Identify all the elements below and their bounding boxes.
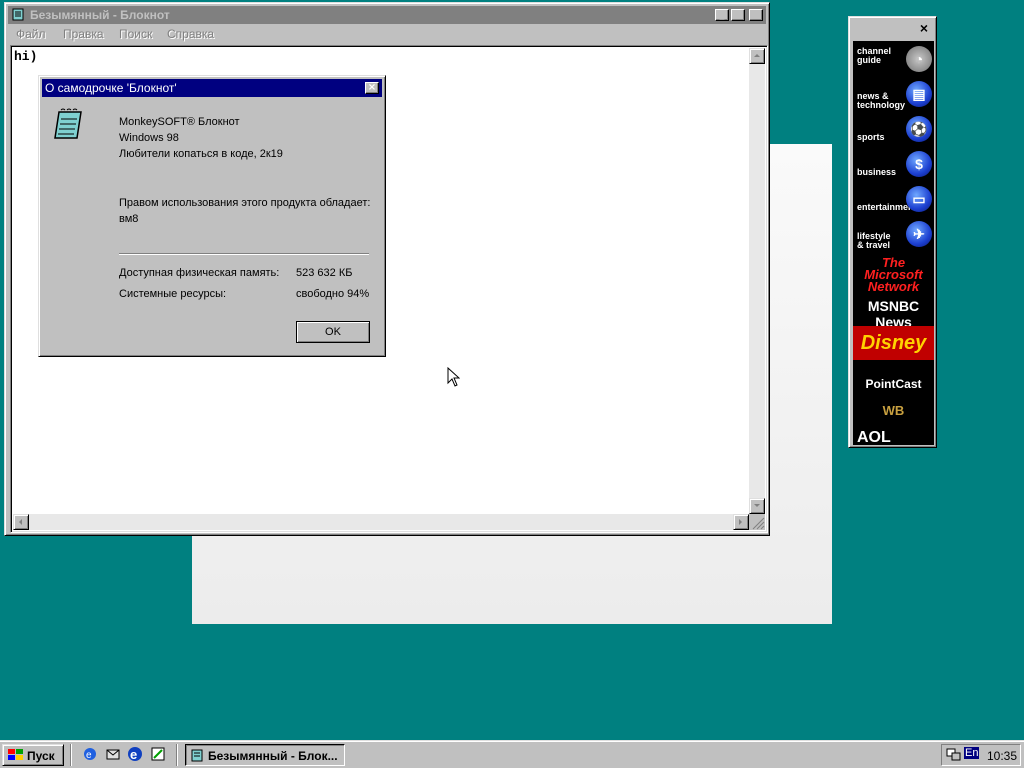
language-indicator[interactable]: En	[964, 747, 980, 759]
resources-label: Системные ресурсы:	[119, 288, 227, 300]
horizontal-scrollbar[interactable]	[13, 514, 749, 530]
taskbar-separator	[70, 744, 72, 766]
editor-text: hi)	[14, 49, 38, 64]
menu-search[interactable]: Поиск	[119, 27, 152, 41]
mouse-cursor-icon	[447, 367, 460, 387]
maximize-button[interactable]: □	[731, 9, 745, 21]
travel-icon: ✈	[906, 221, 932, 247]
warner-bros-logo[interactable]: WB	[853, 397, 934, 425]
channel-guide[interactable]: channel guide ◔	[853, 43, 934, 76]
svg-text:e: e	[86, 750, 92, 761]
menu-file[interactable]: Файл	[16, 27, 46, 41]
about-close-button[interactable]: ×	[365, 82, 379, 94]
vertical-scrollbar[interactable]	[749, 48, 765, 514]
menu-edit[interactable]: Правка	[63, 27, 104, 41]
start-button[interactable]: Пуск	[2, 744, 64, 766]
channel-bar: × channel guide ◔ news & technology ▤ spor…	[848, 16, 937, 448]
about-product: MonkeySOFT® Блокнот	[119, 116, 240, 128]
minimize-button[interactable]: _	[715, 9, 729, 21]
channel-business[interactable]: business $	[853, 148, 934, 181]
channel-entertainment[interactable]: entertainment ▭	[853, 183, 934, 216]
menu-bar: Файл Правка Поиск Справка	[8, 25, 766, 43]
svg-text:e: e	[130, 747, 137, 762]
business-icon: $	[906, 151, 932, 177]
entertainment-icon: ▭	[906, 186, 932, 212]
sports-icon: ⚽	[906, 116, 932, 142]
aol-logo[interactable]: AOL	[853, 429, 934, 445]
resources-value: свободно 94%	[296, 288, 370, 300]
internet-explorer-icon[interactable]: e	[82, 746, 98, 762]
disney-logo[interactable]: Disney	[853, 326, 934, 360]
notepad-task-icon	[191, 749, 203, 762]
about-titlebar[interactable]: О самодрочке 'Блокнот' ×	[42, 79, 382, 97]
browser-icon[interactable]: e	[127, 746, 143, 762]
taskbar-notepad-label: Безымянный - Блок...	[208, 749, 338, 763]
memory-label: Доступная физическая память:	[119, 267, 280, 279]
taskbar-separator-2	[176, 744, 178, 766]
about-separator	[119, 253, 369, 255]
menu-help[interactable]: Справка	[167, 27, 214, 41]
taskbar: Пуск e e Безымянный - Блок... En 10:35	[0, 740, 1024, 768]
notepad-titlebar[interactable]: Безымянный - Блокнот _ □ ×	[8, 6, 766, 24]
about-license-label: Правом использования этого продукта обла…	[119, 197, 371, 209]
channel-guide-icon: ◔	[906, 46, 932, 72]
about-os: Windows 98	[119, 132, 179, 144]
outlook-express-icon[interactable]	[105, 746, 121, 762]
scroll-down-button[interactable]	[749, 498, 765, 514]
channel-list: channel guide ◔ news & technology ▤ sports…	[853, 41, 934, 445]
clock[interactable]: 10:35	[987, 749, 1017, 763]
news-icon: ▤	[906, 81, 932, 107]
about-dialog: О самодрочке 'Блокнот' × MonkeySOFT® Бло…	[38, 75, 386, 357]
about-owner: вм8	[119, 213, 139, 225]
memory-value: 523 632 КБ	[296, 267, 353, 279]
about-title: О самодрочке 'Блокнот'	[45, 81, 177, 95]
taskbar-notepad-button[interactable]: Безымянный - Блок...	[185, 744, 345, 766]
scroll-left-button[interactable]	[13, 514, 29, 530]
channels-icon[interactable]	[150, 746, 166, 762]
notepad-icon	[12, 8, 24, 21]
pointcast-logo[interactable]: PointCast	[853, 377, 934, 391]
notepad-large-icon	[54, 108, 82, 139]
scroll-up-button[interactable]	[749, 48, 765, 64]
channel-news-technology[interactable]: news & technology ▤	[853, 78, 934, 111]
start-label: Пуск	[27, 749, 55, 763]
about-tagline: Любители копаться в коде, 2к19	[119, 148, 283, 160]
resize-grip[interactable]	[749, 514, 765, 530]
network-tray-icon[interactable]	[946, 748, 962, 762]
channel-bar-close-icon[interactable]: ×	[920, 20, 928, 36]
windows-logo-icon	[8, 749, 23, 760]
notepad-title: Безымянный - Блокнот	[30, 8, 170, 22]
msn-brand-logo[interactable]: The Microsoft Network	[853, 256, 934, 293]
channel-lifestyle-travel[interactable]: lifestyle & travel ✈	[853, 218, 934, 251]
channel-sports[interactable]: sports ⚽	[853, 113, 934, 146]
scroll-right-button[interactable]	[733, 514, 749, 530]
ok-button[interactable]: OK	[296, 321, 370, 343]
close-button[interactable]: ×	[749, 9, 763, 21]
system-tray: En 10:35	[941, 744, 1021, 766]
